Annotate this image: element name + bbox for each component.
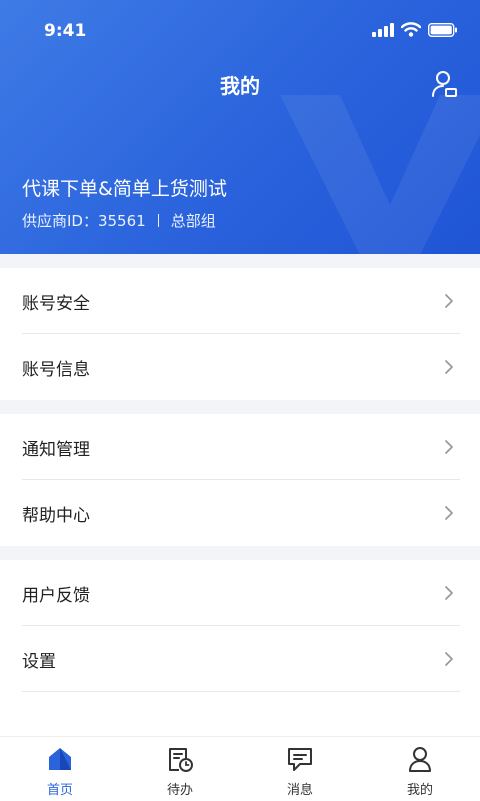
tab-home[interactable]: 首页 <box>0 737 120 801</box>
message-icon <box>288 748 312 771</box>
section-spacer <box>0 546 480 560</box>
status-bar: 9:41 <box>0 0 480 62</box>
cellular-signal-icon <box>372 22 394 37</box>
tab-mine[interactable]: 我的 <box>360 737 480 801</box>
supplier-info: 供应商ID：35561 总部组 <box>22 210 216 231</box>
menu-item-label: 帮助中心 <box>22 506 90 526</box>
tab-label: 待办 <box>166 783 193 798</box>
chevron-right-icon <box>445 586 453 600</box>
bottom-tab-bar: 首页 待办 消息 我的 <box>0 736 480 801</box>
user-profile-icon[interactable] <box>432 70 458 98</box>
tab-label: 我的 <box>406 783 433 798</box>
menu-item-notification-management[interactable]: 通知管理 <box>0 414 480 480</box>
divider <box>22 691 460 692</box>
chevron-right-icon <box>445 506 453 520</box>
company-name: 代课下单&简单上货测试 <box>22 178 227 200</box>
logo-watermark-icon <box>280 95 480 254</box>
chevron-right-icon <box>445 360 453 374</box>
home-icon <box>49 748 71 770</box>
supplier-id: 供应商ID：35561 <box>22 212 146 230</box>
profile-header: 9:41 我的 代课下单&简单上货测试 供应商ID：35561 总部组 <box>0 0 480 254</box>
section-spacer <box>0 254 480 268</box>
menu-item-label: 设置 <box>22 652 56 672</box>
menu-item-settings[interactable]: 设置 <box>0 626 480 692</box>
menu-item-label: 通知管理 <box>22 440 90 460</box>
menu-item-label: 账号安全 <box>22 294 90 314</box>
menu-item-help-center[interactable]: 帮助中心 <box>0 480 480 546</box>
status-time: 9:41 <box>44 21 87 41</box>
menu-item-account-security[interactable]: 账号安全 <box>0 268 480 334</box>
menu-item-label: 用户反馈 <box>22 586 90 606</box>
battery-icon <box>428 22 457 37</box>
menu-item-label: 账号信息 <box>22 360 90 380</box>
wifi-icon <box>401 22 421 37</box>
status-icons <box>372 22 458 37</box>
section-spacer <box>0 400 480 414</box>
todo-clock-icon <box>169 748 193 772</box>
chevron-right-icon <box>445 440 453 454</box>
page-title: 我的 <box>220 74 260 98</box>
separator <box>157 214 159 227</box>
user-icon <box>409 747 431 772</box>
menu-item-account-info[interactable]: 账号信息 <box>0 334 480 400</box>
tab-label: 消息 <box>286 783 313 798</box>
menu-item-user-feedback[interactable]: 用户反馈 <box>0 560 480 626</box>
department-label: 总部组 <box>170 212 216 230</box>
chevron-right-icon <box>445 652 453 666</box>
tab-label: 首页 <box>46 783 73 798</box>
tab-messages[interactable]: 消息 <box>240 737 360 801</box>
tab-todo[interactable]: 待办 <box>120 737 240 801</box>
chevron-right-icon <box>445 294 453 308</box>
